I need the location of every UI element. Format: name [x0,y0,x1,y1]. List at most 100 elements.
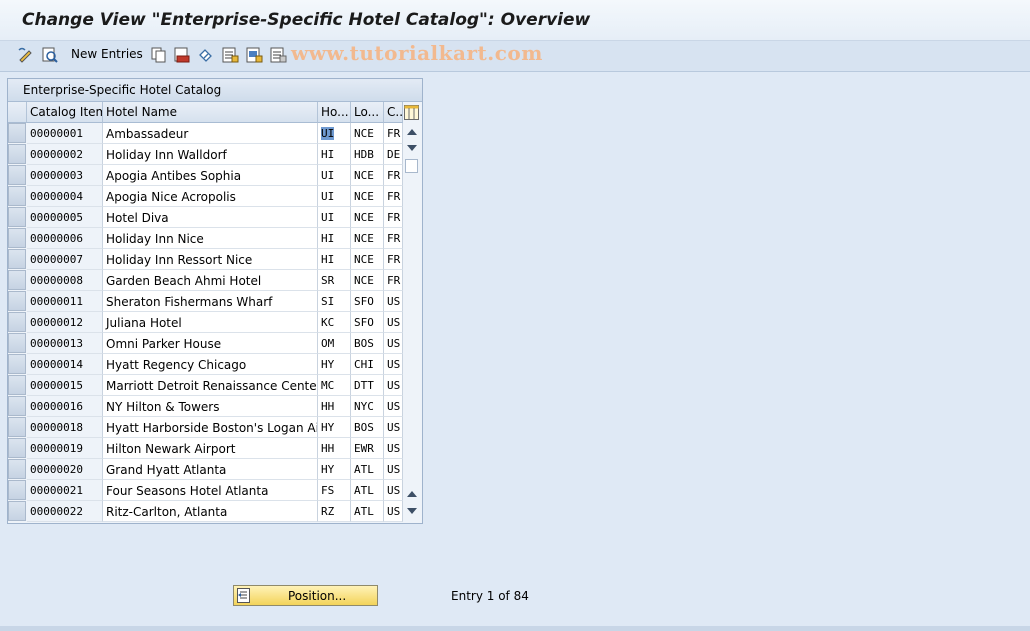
select-all-icon[interactable] [221,46,239,64]
scroll-down-icon[interactable] [407,145,417,151]
cell-hotel-name[interactable]: NY Hilton & Towers [103,396,318,417]
row-selector[interactable] [8,249,26,269]
cell-location[interactable]: NYC [351,396,384,417]
cell-country[interactable]: FR [384,249,403,270]
row-selector[interactable] [8,396,26,416]
cell-hotel-chain[interactable]: HY [318,354,351,375]
row-selector[interactable] [8,375,26,395]
cell-location[interactable]: SFO [351,291,384,312]
cell-country[interactable]: US [384,501,403,522]
undo-icon[interactable] [197,46,215,64]
cell-hotel-name[interactable]: Ritz-Carlton, Atlanta [103,501,318,522]
details-icon[interactable] [41,46,59,64]
row-selector[interactable] [8,207,26,227]
column-header-country[interactable]: C... [384,102,403,123]
cell-hotel-chain[interactable]: SR [318,270,351,291]
cell-hotel-chain[interactable]: HI [318,228,351,249]
cell-country[interactable]: US [384,480,403,501]
row-selector[interactable] [8,165,26,185]
cell-country[interactable]: DE [384,144,403,165]
cell-location[interactable]: CHI [351,354,384,375]
scrollbar-thumb[interactable] [405,159,418,173]
cell-location[interactable]: ATL [351,501,384,522]
row-selector[interactable] [8,501,26,521]
scroll-up-icon[interactable] [407,129,417,135]
cell-hotel-chain[interactable]: UI [318,207,351,228]
column-header-location[interactable]: Lo... [351,102,384,123]
table-settings-icon[interactable] [404,105,419,120]
row-selector[interactable] [8,144,26,164]
cell-hotel-name[interactable]: Four Seasons Hotel Atlanta [103,480,318,501]
cell-country[interactable]: FR [384,207,403,228]
row-selector[interactable] [8,480,26,500]
cell-location[interactable]: NCE [351,249,384,270]
cell-hotel-name[interactable]: Holiday Inn Walldorf [103,144,318,165]
cell-country[interactable]: FR [384,165,403,186]
row-selector[interactable] [8,417,26,437]
cell-country[interactable]: FR [384,123,403,144]
cell-hotel-name[interactable]: Holiday Inn Nice [103,228,318,249]
cell-country[interactable]: US [384,396,403,417]
cell-country[interactable]: US [384,375,403,396]
cell-hotel-name[interactable]: Apogia Antibes Sophia [103,165,318,186]
cell-country[interactable]: US [384,312,403,333]
cell-hotel-name[interactable]: Grand Hyatt Atlanta [103,459,318,480]
page-up-icon[interactable] [407,491,417,497]
cell-hotel-name[interactable]: Hotel Diva [103,207,318,228]
cell-country[interactable]: US [384,354,403,375]
cell-hotel-chain[interactable]: KC [318,312,351,333]
cell-hotel-chain[interactable]: RZ [318,501,351,522]
cell-location[interactable]: NCE [351,165,384,186]
cell-hotel-name[interactable]: Marriott Detroit Renaissance Center [103,375,318,396]
vertical-scrollbar[interactable] [403,123,421,521]
cell-hotel-name[interactable]: Apogia Nice Acropolis [103,186,318,207]
cell-hotel-name[interactable]: Hilton Newark Airport [103,438,318,459]
column-header-hotel-chain[interactable]: Ho... [318,102,351,123]
cell-location[interactable]: EWR [351,438,384,459]
cell-hotel-chain[interactable]: HI [318,249,351,270]
row-selector[interactable] [8,123,26,143]
cell-hotel-chain[interactable]: SI [318,291,351,312]
position-button[interactable]: Position... [233,585,378,606]
row-selector[interactable] [8,459,26,479]
cell-country[interactable]: US [384,417,403,438]
row-selector[interactable] [8,312,26,332]
column-header-hotel-name[interactable]: Hotel Name [103,102,318,123]
cell-location[interactable]: NCE [351,123,384,144]
delete-icon[interactable] [173,46,191,64]
cell-hotel-name[interactable]: Juliana Hotel [103,312,318,333]
row-selector[interactable] [8,333,26,353]
cell-hotel-chain[interactable]: UI [318,165,351,186]
cell-location[interactable]: DTT [351,375,384,396]
cell-hotel-name[interactable]: Garden Beach Ahmi Hotel [103,270,318,291]
row-selector[interactable] [8,291,26,311]
cell-location[interactable]: SFO [351,312,384,333]
cell-country[interactable]: FR [384,186,403,207]
select-block-icon[interactable] [245,46,263,64]
cell-hotel-chain[interactable]: MC [318,375,351,396]
row-selector[interactable] [8,438,26,458]
cell-country[interactable]: US [384,438,403,459]
row-selector[interactable] [8,270,26,290]
cell-location[interactable]: NCE [351,270,384,291]
cell-location[interactable]: ATL [351,480,384,501]
cell-hotel-name[interactable]: Hyatt Regency Chicago [103,354,318,375]
cell-location[interactable]: NCE [351,228,384,249]
new-entries-button[interactable]: New Entries [71,47,143,61]
row-selector[interactable] [8,186,26,206]
cell-location[interactable]: ATL [351,459,384,480]
change-display-icon[interactable] [17,46,35,64]
cell-location[interactable]: NCE [351,186,384,207]
cell-hotel-chain[interactable]: HI [318,144,351,165]
cell-location[interactable]: NCE [351,207,384,228]
cell-hotel-name[interactable]: Sheraton Fishermans Wharf [103,291,318,312]
cell-country[interactable]: FR [384,270,403,291]
cell-hotel-chain[interactable]: HH [318,438,351,459]
cell-location[interactable]: HDB [351,144,384,165]
cell-country[interactable]: US [384,291,403,312]
cell-hotel-chain[interactable]: OM [318,333,351,354]
cell-hotel-name[interactable]: Hyatt Harborside Boston's Logan Airp... [103,417,318,438]
cell-country[interactable]: FR [384,228,403,249]
page-down-icon[interactable] [407,508,417,514]
cell-hotel-name[interactable]: Omni Parker House [103,333,318,354]
